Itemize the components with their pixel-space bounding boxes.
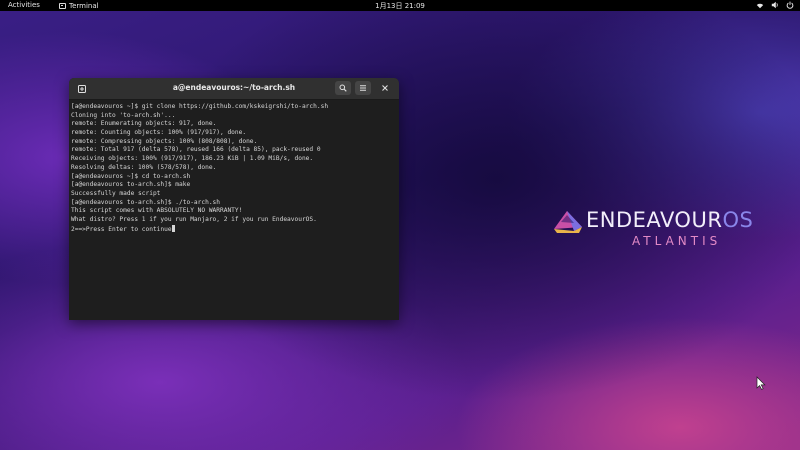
terminal-line: Resolving deltas: 100% (578/578), done.: [71, 163, 217, 171]
logo-subtitle: ATLANTIS: [632, 234, 722, 248]
close-button[interactable]: [378, 81, 392, 95]
volume-icon[interactable]: [771, 1, 779, 11]
terminal-line: remote: Enumerating objects: 917, done.: [71, 120, 217, 128]
terminal-line: remote: Compressing objects: 100% (808/8…: [71, 137, 258, 145]
power-icon[interactable]: [786, 1, 794, 11]
close-icon: [382, 85, 388, 91]
system-tray[interactable]: [756, 0, 794, 11]
clock[interactable]: 1月13日 21:09: [0, 1, 800, 11]
logo-title-main: ENDEAVOUR: [586, 208, 723, 232]
terminal-app-icon: [59, 2, 66, 9]
terminal-line: Receiving objects: 100% (917/917), 186.2…: [71, 155, 314, 163]
terminal-line: What distro? Press 1 if you run Manjaro,…: [71, 215, 317, 223]
terminal-line: This script comes with ABSOLUTELY NO WAR…: [71, 207, 243, 215]
logo-title-os: OS: [722, 208, 754, 232]
hamburger-menu-icon: [360, 85, 366, 91]
endeavouros-logo-icon: [554, 211, 582, 233]
search-button[interactable]: [335, 81, 351, 95]
activities-button[interactable]: Activities: [8, 1, 40, 9]
terminal-header-bar[interactable]: a@endeavouros:~/to-arch.sh: [69, 78, 399, 100]
terminal-line: Cloning into 'to-arch.sh'...: [71, 111, 176, 119]
app-menu-label: Terminal: [69, 1, 99, 10]
terminal-window[interactable]: a@endeavouros:~/to-arch.sh [a@endeavouro…: [69, 78, 399, 320]
terminal-cursor: [171, 224, 175, 232]
menu-button[interactable]: [355, 81, 371, 95]
logo-title: ENDEAVOUROS: [586, 208, 753, 232]
terminal-output[interactable]: [a@endeavouros ~]$ git clone https://git…: [69, 100, 399, 233]
terminal-line: [a@endeavouros to-arch.sh]$ ./to-arch.sh: [71, 198, 221, 206]
plus-box-icon: [78, 85, 86, 93]
network-icon[interactable]: [756, 1, 764, 11]
top-bar: Activities Terminal 1月13日 21:09: [0, 0, 800, 11]
terminal-line: [a@endeavouros to-arch.sh]$ make: [71, 181, 191, 189]
terminal-line: 2==>Press Enter to continue: [71, 224, 397, 234]
terminal-line: remote: Counting objects: 100% (917/917)…: [71, 129, 247, 137]
mouse-pointer-icon: [756, 376, 766, 390]
app-menu[interactable]: Terminal: [59, 0, 99, 11]
wallpaper-logo: ENDEAVOUROS ATLANTIS: [552, 206, 753, 254]
new-tab-button[interactable]: [73, 81, 91, 97]
terminal-line: Successfully made script: [71, 189, 161, 197]
search-icon: [339, 84, 347, 92]
terminal-line: remote: Total 917 (delta 578), reused 16…: [71, 146, 321, 154]
terminal-line: [a@endeavouros ~]$ git clone https://git…: [71, 103, 329, 110]
terminal-line: [a@endeavouros ~]$ cd to-arch.sh: [71, 172, 191, 180]
